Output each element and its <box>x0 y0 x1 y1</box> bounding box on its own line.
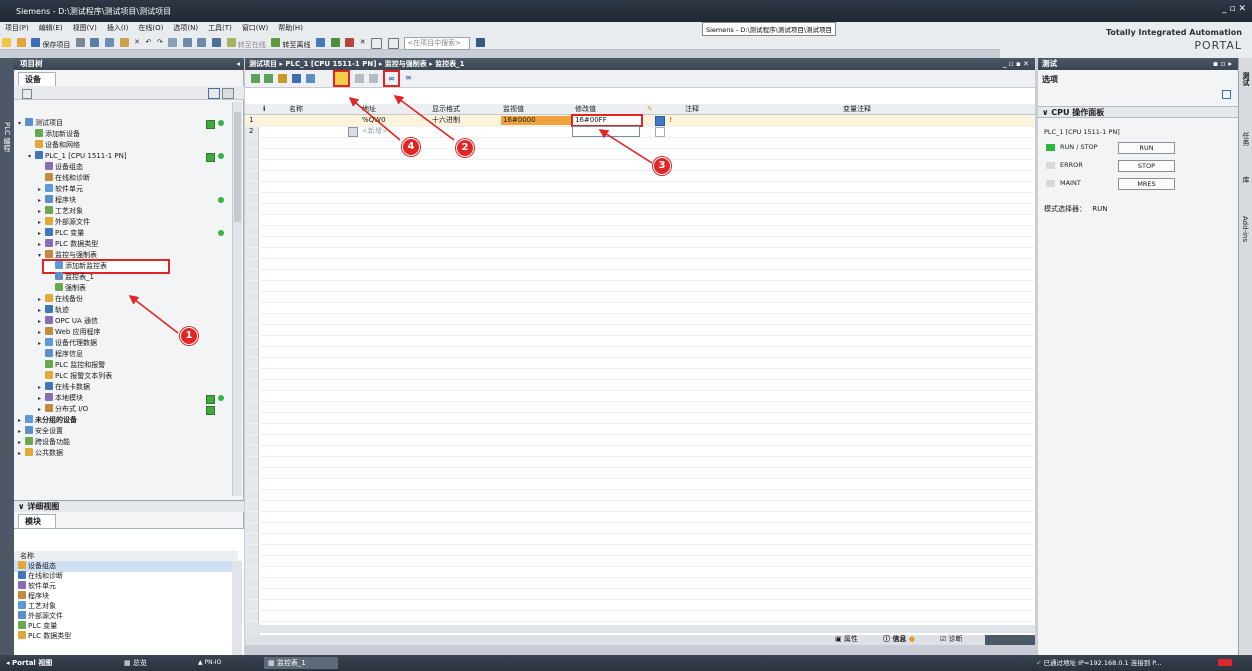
annotation-badge-1: 1 <box>180 327 198 345</box>
led-indicator-icon <box>1046 180 1055 187</box>
mode-selector: 模式选择器： RUN <box>1044 205 1108 213</box>
status-bar: ◂ Portal 视图 ▦ 总览 ▲ PN-IO ▦ 监控表_1 ✔ 已通过地址… <box>0 655 1252 671</box>
cpu-device-name: PLC_1 [CPU 1511-1 PN] <box>1044 128 1120 136</box>
test-panel: 选项 ∨ CPU 操作面板 PLC_1 [CPU 1511-1 PN] RUN … <box>1038 70 1238 655</box>
addins-side-tab[interactable]: Add-ins <box>1241 216 1249 242</box>
options-toggle-icon[interactable] <box>1222 90 1231 99</box>
tasks-side-tab[interactable]: 测试 <box>1241 72 1251 86</box>
panel-controls[interactable]: ▪ ▫ ▸ <box>1213 58 1232 70</box>
pnio-button[interactable]: ▲ PN-IO <box>198 657 221 669</box>
led-label: RUN / STOP <box>1060 143 1098 151</box>
connection-status: ✔ 已通过地址 IP=192.168.0.1 连接到 P... <box>1036 659 1162 667</box>
cpu-mode-button[interactable]: MRES <box>1118 178 1175 190</box>
tasks-side-tab-2[interactable]: 任务 <box>1241 132 1251 146</box>
cpu-mode-button[interactable]: RUN <box>1118 142 1175 154</box>
led-indicator-icon <box>1046 162 1055 169</box>
cpu-mode-button[interactable]: STOP <box>1118 160 1175 172</box>
portal-view-button[interactable]: ◂ Portal 视图 <box>6 657 52 669</box>
led-label: MAINT <box>1060 179 1081 187</box>
overview-button[interactable]: ▦ 总览 <box>124 657 147 669</box>
cpu-panel-section[interactable]: ∨ CPU 操作面板 <box>1038 106 1238 118</box>
options-label: 选项 <box>1042 75 1058 84</box>
led-indicator-icon <box>1046 144 1055 151</box>
test-panel-header: 测试 ▪ ▫ ▸ <box>1038 58 1238 70</box>
annotation-badge-4: 4 <box>402 138 420 156</box>
annotation-badge-2: 2 <box>456 139 474 157</box>
right-side-tabs: 测试 任务 库 Add-ins <box>1238 58 1252 655</box>
annotation-badge-3: 3 <box>653 157 671 175</box>
led-label: ERROR <box>1060 161 1083 169</box>
status-indicator-icon <box>1218 659 1232 666</box>
library-side-tab[interactable]: 库 <box>1241 176 1251 183</box>
watch-table-task-button[interactable]: ▦ 监控表_1 <box>264 657 338 669</box>
